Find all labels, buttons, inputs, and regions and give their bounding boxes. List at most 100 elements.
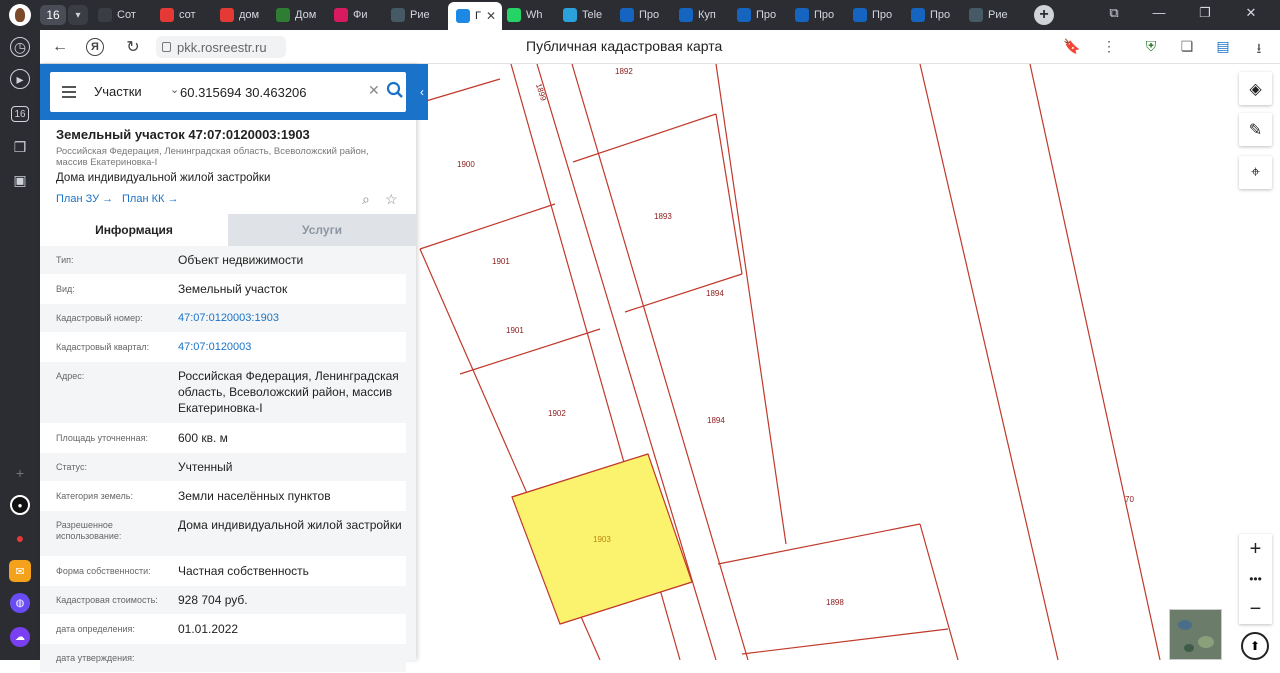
search-input[interactable]	[180, 78, 360, 106]
star-icon[interactable]: ☆	[385, 191, 398, 208]
reload-icon[interactable]: ↻	[123, 37, 143, 57]
parcel-label: 1898	[826, 598, 844, 607]
info-row-value: Земли населённых пунктов	[178, 489, 331, 503]
wave-icon	[911, 8, 925, 22]
back-arrow-icon[interactable]: ←	[50, 37, 70, 57]
minimize-button[interactable]: —	[1149, 5, 1169, 20]
info-row-link[interactable]: 47:07:0120003	[162, 333, 406, 361]
restore-button[interactable]: ❐	[1195, 5, 1215, 21]
tab-item[interactable]: Рие	[969, 4, 1019, 26]
bookmark-icon[interactable]: 🔖	[1062, 38, 1082, 55]
tab-item[interactable]: Г ✕	[448, 2, 502, 30]
info-row: дата определения: 01.01.2022	[40, 615, 406, 644]
info-row-key: Вид:	[56, 284, 75, 294]
protect-shield-icon[interactable]: ⛨	[1141, 38, 1161, 55]
reader-mode-icon[interactable]: ❏	[1177, 38, 1197, 55]
layers-icon[interactable]: ◈	[1239, 72, 1272, 105]
tab-item[interactable]: Фи	[334, 4, 384, 26]
add-panel-icon[interactable]: +	[9, 462, 31, 484]
ruler-icon[interactable]: ✎	[1239, 113, 1272, 146]
zoom-in-button[interactable]: +	[1239, 534, 1272, 564]
grid-icon	[969, 8, 983, 22]
plan-kk-link[interactable]: План КК →	[122, 193, 178, 205]
tabs-badge-icon[interactable]: 16	[11, 106, 29, 122]
menu-icon[interactable]	[62, 86, 76, 98]
zoom-more-button[interactable]: •••	[1239, 564, 1272, 594]
yandex-logo-icon[interactable]: Я	[86, 38, 104, 56]
locate-icon[interactable]: ⌖	[1239, 156, 1272, 189]
tab-label: Сот	[117, 9, 136, 21]
search-icon[interactable]	[386, 81, 404, 99]
cloud-icon[interactable]: ☁	[10, 627, 30, 647]
messenger-icon[interactable]: ◍	[10, 593, 30, 613]
more-menu-icon[interactable]: ⋮	[1099, 38, 1119, 55]
info-row-link[interactable]: 47:07:0120003:1903	[162, 304, 406, 332]
info-row-key: дата определения:	[56, 624, 135, 634]
plan-zu-link[interactable]: План ЗУ →	[56, 193, 113, 205]
parcel-label: 1892	[615, 67, 633, 76]
tab-item[interactable]: Про	[620, 4, 672, 26]
info-row: дата утверждения:	[40, 644, 406, 673]
alice-icon[interactable]: ●	[10, 495, 30, 515]
chevron-down-icon[interactable]: ▾	[68, 5, 88, 25]
telegram-icon	[563, 8, 577, 22]
parcel-label: 1902	[548, 409, 566, 418]
search-bar: Участки ⌄ ✕ ‹	[40, 64, 428, 120]
close-tab-icon[interactable]: ✕	[486, 9, 496, 23]
close-window-button[interactable]: ✕	[1241, 5, 1261, 21]
tab-label: Tele	[582, 9, 603, 21]
info-row: Площадь уточненная: 600 кв. м	[40, 424, 406, 453]
tab-item[interactable]: Tele	[563, 4, 613, 26]
basemap-thumbnail[interactable]	[1169, 609, 1222, 660]
info-row-value: Дома индивидуальной жилой застройки	[178, 518, 402, 532]
tab-services[interactable]: Услуги	[228, 214, 416, 246]
tabs-view-icon[interactable]: ⧉	[1104, 5, 1124, 21]
tab-item[interactable]: Про	[737, 4, 789, 26]
info-row: Категория земель: Земли населённых пункто…	[40, 482, 406, 511]
address-bar[interactable]: pkk.rosreestr.ru	[156, 36, 286, 58]
history-icon[interactable]: ◷	[10, 37, 30, 57]
tab-item[interactable]: Куп	[679, 4, 731, 26]
browser-tab-bar: 16 ▾ Сот сот дом Дом Фи Рие Г ✕ Wh Tele Про Куп Про П…	[0, 0, 1280, 30]
profile-badge-icon[interactable]: ▤	[1213, 38, 1233, 55]
tab-item[interactable]: Рие	[391, 4, 441, 26]
collections-icon[interactable]: ❒	[9, 136, 31, 158]
tab-item[interactable]: Про	[795, 4, 847, 26]
chevron-down-icon[interactable]: ⌄	[170, 83, 179, 96]
clear-icon[interactable]: ✕	[368, 82, 380, 99]
screenshot-icon[interactable]: ▣	[9, 169, 31, 191]
panel-scrollbar[interactable]	[406, 246, 416, 660]
panel-tabs: Информация Услуги	[40, 214, 416, 246]
object-purpose: Дома индивидуальной жилой застройки	[56, 172, 271, 184]
tab-item[interactable]: сот	[160, 4, 212, 26]
tab-item[interactable]: Дом	[276, 4, 328, 26]
tab-item[interactable]: Про	[911, 4, 963, 26]
zoom-out-button[interactable]: −	[1239, 594, 1272, 624]
tab-information[interactable]: Информация	[40, 214, 228, 246]
avito-icon	[276, 8, 290, 22]
info-row-key: Категория земель:	[56, 491, 133, 501]
browser-profile-icon[interactable]	[9, 4, 31, 26]
compass-icon[interactable]: ⬆	[1241, 632, 1269, 660]
tab-item[interactable]: Сот	[98, 4, 148, 26]
tab-count-button[interactable]: 16	[40, 5, 66, 25]
tab-item[interactable]: дом	[220, 4, 270, 26]
collapse-panel-icon[interactable]: ‹	[416, 84, 428, 100]
search-type-select[interactable]: Участки	[94, 84, 142, 99]
tab-item[interactable]: Wh	[507, 4, 557, 26]
url-text: pkk.rosreestr.ru	[177, 39, 267, 55]
search-document-icon[interactable]: ⌕	[362, 191, 370, 208]
mail-icon[interactable]: ✉	[9, 560, 31, 582]
info-row-key: Адрес:	[56, 371, 85, 381]
object-title: Земельный участок 47:07:0120003:1903	[56, 127, 310, 142]
tab-label: сот	[179, 9, 196, 21]
info-row: Разрешенное использование: Дома индивидуа…	[40, 511, 406, 557]
play-icon[interactable]: ▸	[10, 69, 30, 89]
tab-item[interactable]: Про	[853, 4, 905, 26]
new-tab-button[interactable]: +	[1034, 5, 1054, 25]
downloads-icon[interactable]: ⭳	[1249, 38, 1269, 62]
maps-pin-icon[interactable]: ●	[9, 527, 31, 549]
parcel-label: 1899	[534, 82, 548, 102]
info-row-key: Тип:	[56, 255, 74, 265]
info-row: Кадастровая стоимость: 928 704 руб.	[40, 586, 406, 615]
